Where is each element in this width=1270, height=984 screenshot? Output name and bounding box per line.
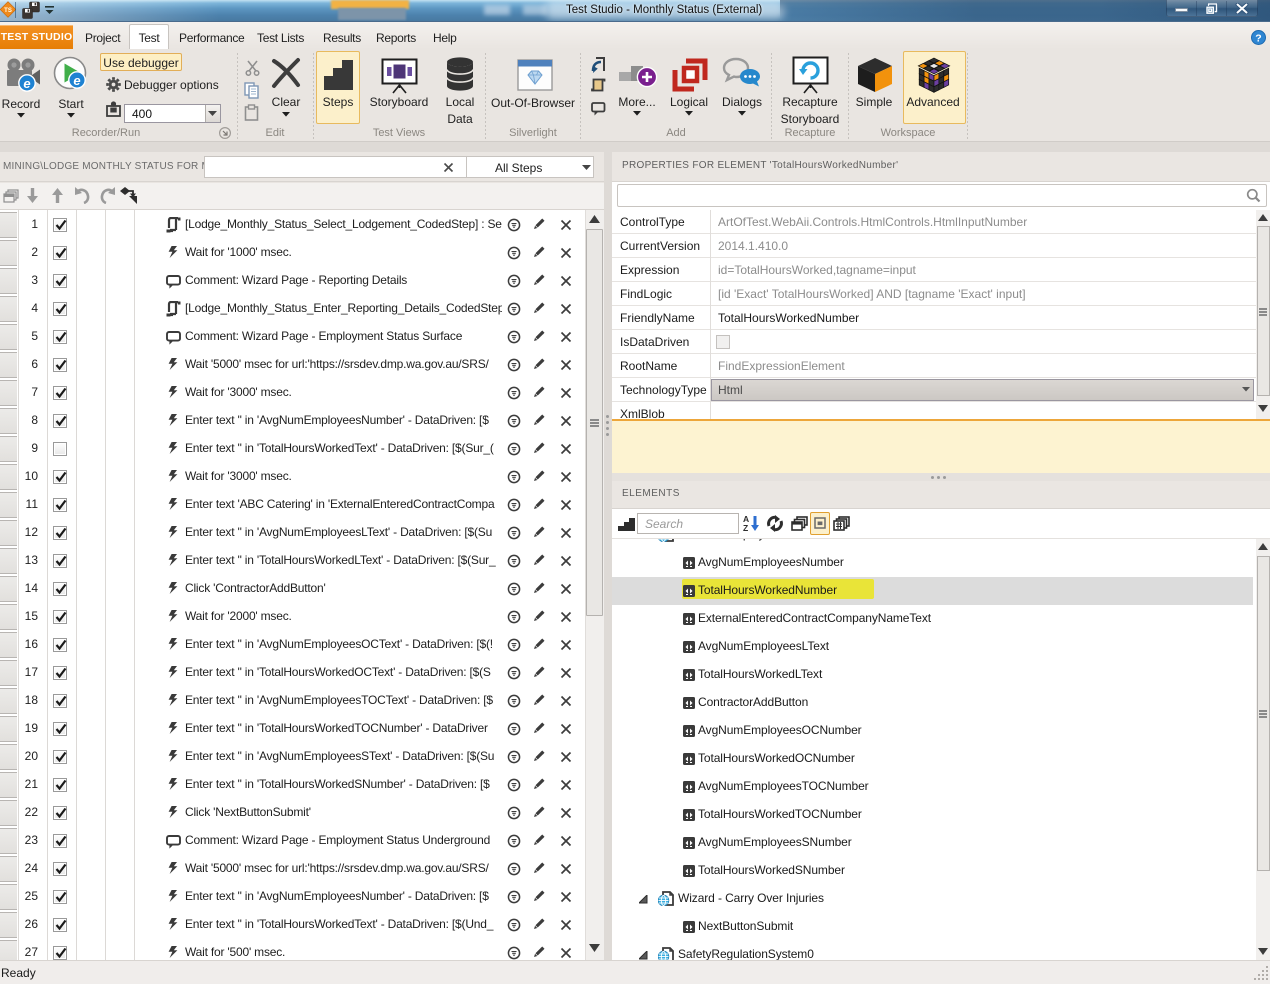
svg-text:Z: Z — [743, 523, 748, 533]
svg-text:e: e — [73, 73, 80, 88]
svg-text:?: ? — [1255, 33, 1261, 45]
svg-text:TS: TS — [4, 8, 12, 14]
svg-text:e: e — [23, 76, 30, 91]
